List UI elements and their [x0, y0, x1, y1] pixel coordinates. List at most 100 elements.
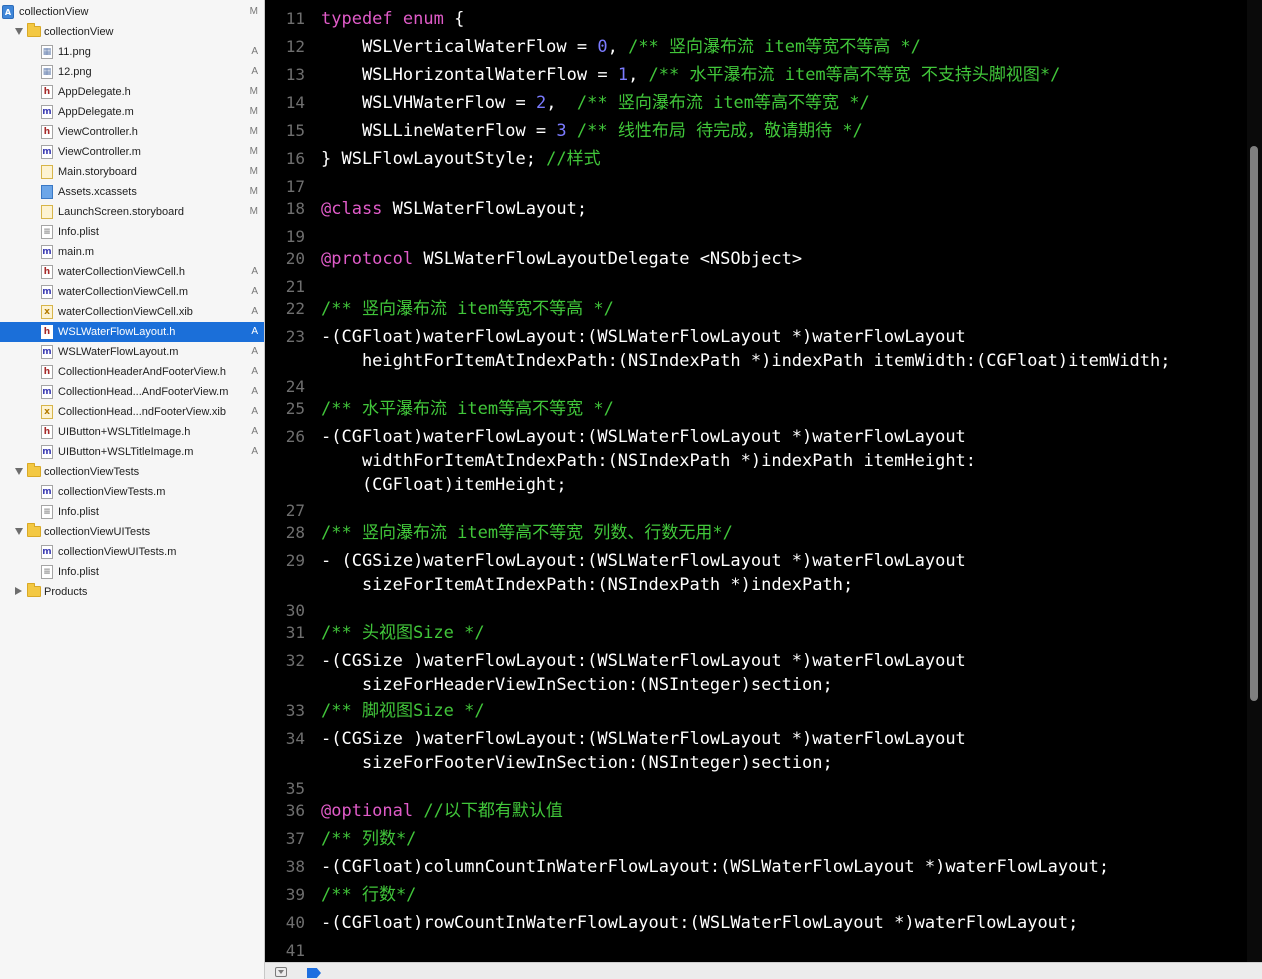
- scm-status-badge: A: [251, 346, 258, 357]
- navigator-group[interactable]: collectionViewTests: [0, 462, 264, 482]
- navigator-item-label: waterCollectionViewCell.m: [58, 286, 189, 298]
- disclosure-open-icon[interactable]: [15, 28, 23, 35]
- scm-status-badge: A: [251, 326, 258, 337]
- code-comment: /** 竖向瀑布流 item等宽不等高 */: [628, 37, 921, 57]
- code-comment: /** 水平瀑布流 item等高不等宽 */: [321, 399, 614, 419]
- scm-status-badge: M: [249, 86, 258, 97]
- code-line[interactable]: -(CGSize )waterFlowLayout:(WSLWaterFlowL…: [321, 728, 966, 750]
- folder-icon: [27, 523, 41, 537]
- code-line[interactable]: /** 行数*/: [321, 884, 416, 906]
- line-number: 12: [285, 37, 305, 56]
- code-line[interactable]: -(CGFloat)columnCountInWaterFlowLayout:(…: [321, 856, 1109, 878]
- code-line[interactable]: heightForItemAtIndexPath:(NSIndexPath *)…: [321, 350, 1171, 372]
- breakpoint-icon[interactable]: [307, 968, 321, 978]
- navigator-item-label: 11.png: [58, 46, 91, 58]
- navigator-file[interactable]: m ViewController.m M: [0, 142, 264, 162]
- code-line[interactable]: /** 竖向瀑布流 item等宽不等高 */: [321, 298, 614, 320]
- navigator-group[interactable]: collectionView: [0, 22, 264, 42]
- navigator-file[interactable]: m collectionViewUITests.m: [0, 542, 264, 562]
- navigator-file[interactable]: h waterCollectionViewCell.h A: [0, 262, 264, 282]
- code-text: WSLVHWaterFlow =: [321, 93, 536, 113]
- navigator-file[interactable]: ≡ Info.plist: [0, 562, 264, 582]
- code-line[interactable]: /** 头视图Size */: [321, 622, 485, 644]
- navigator-file[interactable]: h ViewController.h M: [0, 122, 264, 142]
- line-number: 17: [285, 177, 305, 196]
- navigator-file[interactable]: LaunchScreen.storyboard M: [0, 202, 264, 222]
- code-line[interactable]: @protocol WSLWaterFlowLayoutDelegate <NS…: [321, 248, 802, 270]
- line-number: 40: [285, 913, 305, 932]
- editor-scrollbar-thumb[interactable]: [1250, 146, 1258, 701]
- code-line[interactable]: widthForItemAtIndexPath:(NSIndexPath *)i…: [321, 450, 976, 472]
- code-line[interactable]: WSLHorizontalWaterFlow = 1, /** 水平瀑布流 it…: [321, 64, 1060, 86]
- project-navigator: AcollectionView McollectionView ▦ 11.png A ▦ 1…: [0, 0, 265, 979]
- code-text: WSLWaterFlowLayoutDelegate <NSObject>: [413, 249, 803, 269]
- source-file-icon: m: [41, 245, 53, 259]
- code-line[interactable]: /** 竖向瀑布流 item等高不等宽 列数、行数无用*/: [321, 522, 733, 544]
- header-file-icon: h: [41, 85, 53, 99]
- navigator-file[interactable]: m main.m: [0, 242, 264, 262]
- navigator-file[interactable]: Main.storyboard M: [0, 162, 264, 182]
- scm-status-badge: A: [251, 286, 258, 297]
- navigator-group[interactable]: collectionViewUITests: [0, 522, 264, 542]
- navigator-item-label: Info.plist: [58, 506, 99, 518]
- code-line[interactable]: -(CGSize )waterFlowLayout:(WSLWaterFlowL…: [321, 650, 966, 672]
- filter-icon[interactable]: [275, 967, 287, 977]
- code-line[interactable]: -(CGFloat)waterFlowLayout:(WSLWaterFlowL…: [321, 326, 966, 348]
- code-line[interactable]: -(CGFloat)rowCountInWaterFlowLayout:(WSL…: [321, 912, 1078, 934]
- scm-status-badge: M: [249, 106, 258, 117]
- navigator-file[interactable]: m collectionViewTests.m: [0, 482, 264, 502]
- disclosure-open-icon[interactable]: [15, 528, 23, 535]
- navigator-file[interactable]: ▦ 11.png A: [0, 42, 264, 62]
- disclosure-open-icon[interactable]: [15, 468, 23, 475]
- navigator-file[interactable]: ≡ Info.plist: [0, 222, 264, 242]
- navigator-item-label: collectionViewTests.m: [58, 486, 166, 498]
- source-file-icon: m: [41, 145, 53, 159]
- navigator-file[interactable]: h WSLWaterFlowLayout.h A: [0, 322, 264, 342]
- code-line[interactable]: WSLVHWaterFlow = 2, /** 竖向瀑布流 item等高不等宽 …: [321, 92, 870, 114]
- folder-icon: [27, 583, 41, 597]
- navigator-file[interactable]: ▦ 12.png A: [0, 62, 264, 82]
- scm-status-badge: A: [251, 306, 258, 317]
- code-number: 1: [617, 65, 629, 85]
- code-comment: //样式: [546, 149, 601, 169]
- navigator-file[interactable]: h UIButton+WSLTitleImage.h A: [0, 422, 264, 442]
- navigator-file[interactable]: x waterCollectionViewCell.xib A: [0, 302, 264, 322]
- code-line[interactable]: WSLLineWaterFlow = 3 /** 线性布局 待完成，敬请期待 *…: [321, 120, 863, 142]
- code-text: -(CGFloat)rowCountInWaterFlowLayout:(WSL…: [321, 913, 1079, 933]
- code-line[interactable]: sizeForItemAtIndexPath:(NSIndexPath *)in…: [321, 574, 853, 596]
- code-line[interactable]: -(CGFloat)waterFlowLayout:(WSLWaterFlowL…: [321, 426, 966, 448]
- code-comment: /** 行数*/: [321, 885, 417, 905]
- navigator-item-label: CollectionHead...AndFooterView.m: [58, 386, 229, 398]
- code-line[interactable]: /** 脚视图Size */: [321, 700, 485, 722]
- code-line[interactable]: (CGFloat)itemHeight;: [321, 474, 567, 496]
- navigator-file[interactable]: m waterCollectionViewCell.m A: [0, 282, 264, 302]
- code-line[interactable]: /** 水平瀑布流 item等高不等宽 */: [321, 398, 614, 420]
- navigator-item-label: Info.plist: [58, 226, 99, 238]
- line-number: 13: [285, 65, 305, 84]
- navigator-file[interactable]: m AppDelegate.m M: [0, 102, 264, 122]
- code-line[interactable]: @optional //以下都有默认值: [321, 800, 563, 822]
- code-line[interactable]: sizeForFooterViewInSection:(NSInteger)se…: [321, 752, 833, 774]
- navigator-file[interactable]: h CollectionHeaderAndFooterView.h A: [0, 362, 264, 382]
- code-line[interactable]: - (CGSize)waterFlowLayout:(WSLWaterFlowL…: [321, 550, 966, 572]
- code-line[interactable]: @class WSLWaterFlowLayout;: [321, 198, 587, 220]
- header-file-icon: h: [41, 425, 53, 439]
- code-line[interactable]: } WSLFlowLayoutStyle; //样式: [321, 148, 601, 170]
- code-line[interactable]: sizeForHeaderViewInSection:(NSInteger)se…: [321, 674, 833, 696]
- navigator-file[interactable]: Assets.xcassets M: [0, 182, 264, 202]
- navigator-file[interactable]: m WSLWaterFlowLayout.m A: [0, 342, 264, 362]
- code-editor[interactable]: 11 typedef enum {12 WSLVerticalWaterFlow …: [265, 0, 1262, 962]
- navigator-file[interactable]: ≡ Info.plist: [0, 502, 264, 522]
- scm-status-badge: M: [249, 206, 258, 217]
- navigator-file[interactable]: h AppDelegate.h M: [0, 82, 264, 102]
- disclosure-closed-icon[interactable]: [15, 587, 22, 595]
- navigator-item-label: CollectionHead...ndFooterView.xib: [58, 406, 226, 418]
- code-line[interactable]: WSLVerticalWaterFlow = 0, /** 竖向瀑布流 item…: [321, 36, 921, 58]
- code-line[interactable]: /** 列数*/: [321, 828, 416, 850]
- navigator-group[interactable]: AcollectionView M: [0, 2, 264, 22]
- navigator-group[interactable]: Products: [0, 582, 264, 602]
- code-line[interactable]: typedef enum {: [321, 8, 464, 30]
- navigator-file[interactable]: m CollectionHead...AndFooterView.m A: [0, 382, 264, 402]
- navigator-file[interactable]: x CollectionHead...ndFooterView.xib A: [0, 402, 264, 422]
- navigator-file[interactable]: m UIButton+WSLTitleImage.m A: [0, 442, 264, 462]
